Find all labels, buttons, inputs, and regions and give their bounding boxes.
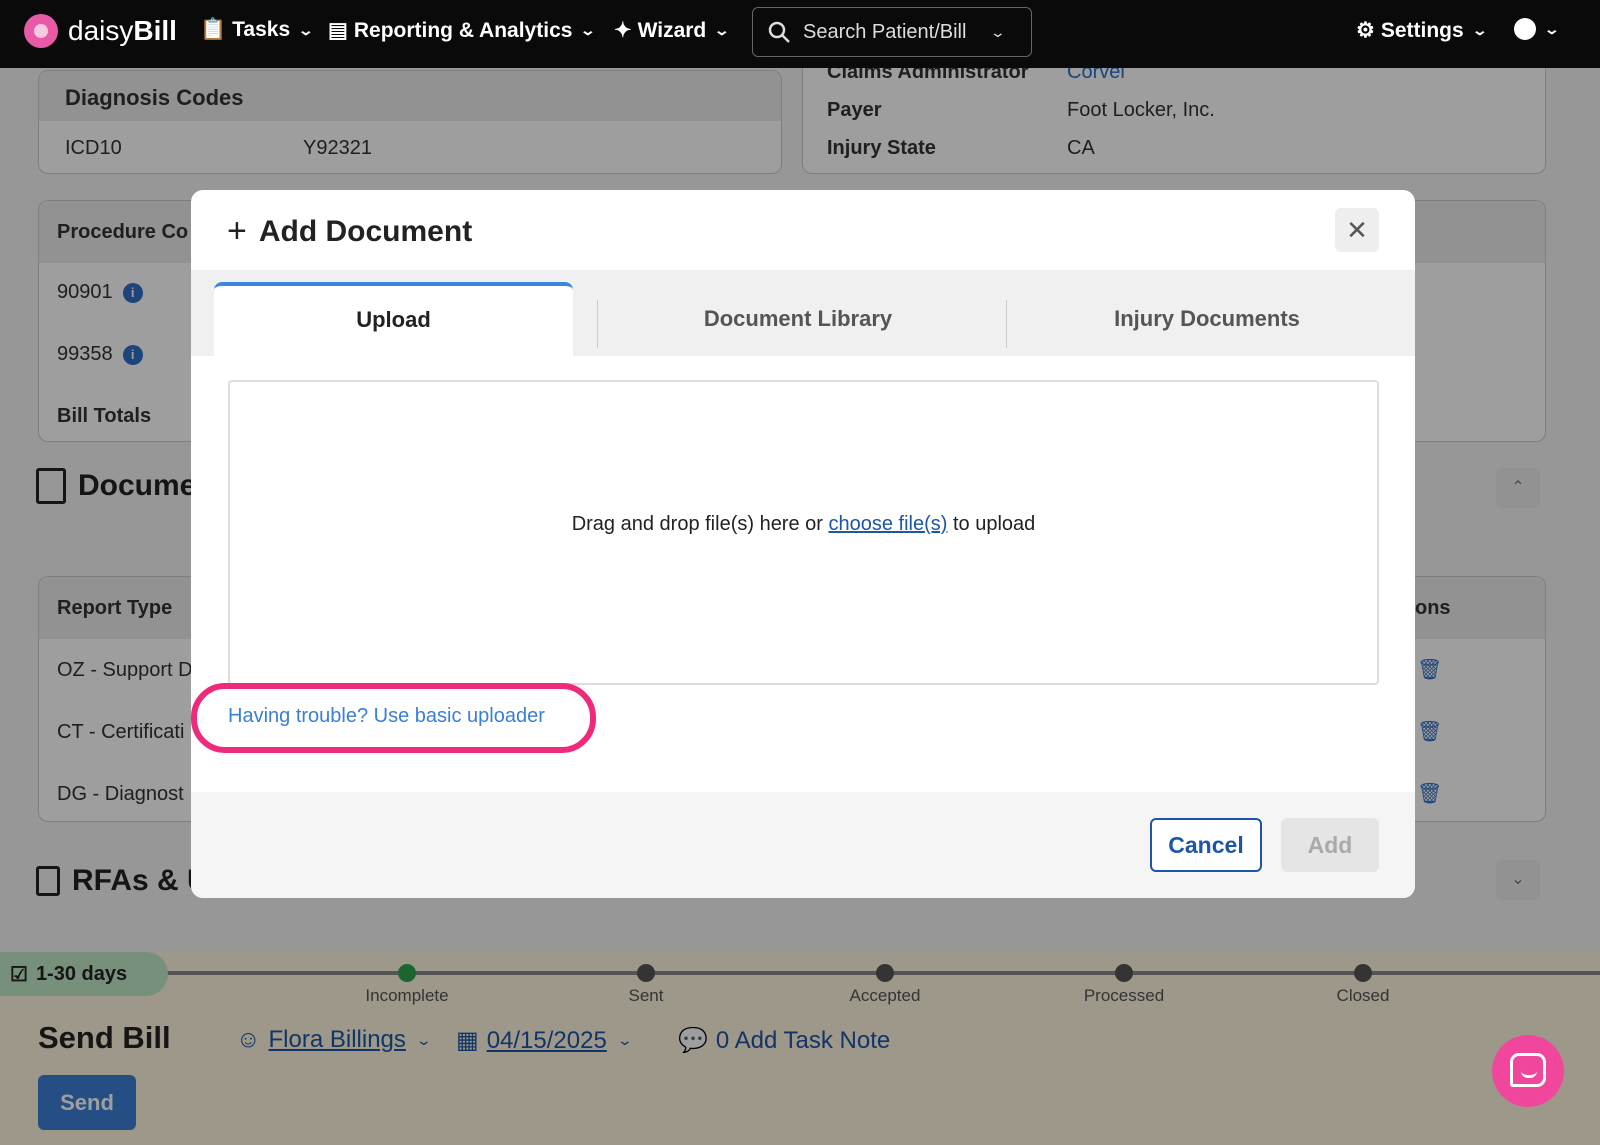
top-navigation: daisyBill 📋 Tasks ⌄ ▤ Reporting & Analyt… xyxy=(0,0,1600,68)
settings-menu[interactable]: ⚙ Settings ⌄ xyxy=(1356,18,1488,43)
document-source-tabs: Upload Document Library Injury Documents xyxy=(191,270,1415,356)
tab-injury-documents[interactable]: Injury Documents xyxy=(1007,282,1407,356)
clipboard-icon: 📋 xyxy=(200,18,227,41)
daisybill-logo[interactable]: daisyBill xyxy=(24,14,177,48)
tab-document-library[interactable]: Document Library xyxy=(598,282,998,356)
close-button[interactable]: ✕ xyxy=(1335,208,1379,252)
chat-launcher-button[interactable] xyxy=(1492,1035,1564,1107)
cancel-button[interactable]: Cancel xyxy=(1150,818,1262,872)
modal-title: + Add Document xyxy=(227,212,473,250)
chevron-down-icon: ⌄ xyxy=(713,22,731,38)
plus-icon: + xyxy=(227,212,247,250)
reporting-menu[interactable]: ▤ Reporting & Analytics ⌄ xyxy=(328,18,597,43)
chat-icon xyxy=(1510,1053,1546,1087)
add-button[interactable]: Add xyxy=(1281,818,1379,872)
choose-files-link[interactable]: choose file(s) xyxy=(829,513,948,535)
magic-wand-icon: ✦ xyxy=(614,19,632,42)
user-avatar-icon xyxy=(1514,18,1536,40)
tasks-menu[interactable]: 📋 Tasks ⌄ xyxy=(200,18,315,42)
logo-prefix: daisy xyxy=(68,15,134,46)
dropzone-instructions: Drag and drop file(s) here or choose fil… xyxy=(571,513,1036,535)
chevron-down-icon: ⌄ xyxy=(1471,22,1488,38)
chevron-down-icon: ⌄ xyxy=(1543,20,1561,37)
logo-suffix: Bill xyxy=(133,15,177,46)
daisy-flower-icon xyxy=(24,14,58,48)
chevron-down-icon: ⌄ xyxy=(297,21,315,38)
user-menu[interactable]: ⌄ xyxy=(1514,18,1561,40)
gear-icon: ⚙ xyxy=(1356,19,1375,42)
search-icon xyxy=(768,21,790,43)
reporting-label: Reporting & Analytics xyxy=(353,18,573,42)
file-dropzone[interactable]: Drag and drop file(s) here or choose fil… xyxy=(228,380,1379,685)
modal-footer: Cancel Add xyxy=(191,792,1415,898)
close-icon: ✕ xyxy=(1346,215,1368,245)
settings-label: Settings xyxy=(1380,18,1464,42)
tab-upload[interactable]: Upload xyxy=(214,282,573,356)
chevron-down-icon[interactable]: ⌄ xyxy=(990,24,1006,41)
tasks-label: Tasks xyxy=(232,18,291,41)
chart-icon: ▤ xyxy=(328,19,348,42)
search-placeholder: Search Patient/Bill xyxy=(803,20,967,43)
wizard-label: Wizard xyxy=(637,18,707,42)
search-patient-bill-input[interactable]: Search Patient/Bill ⌄ xyxy=(752,7,1032,57)
wizard-menu[interactable]: ✦ Wizard ⌄ xyxy=(614,18,731,43)
chevron-down-icon: ⌄ xyxy=(580,22,597,38)
basic-uploader-link[interactable]: Having trouble? Use basic uploader xyxy=(228,705,545,728)
add-document-modal: + Add Document ✕ Upload Document Library… xyxy=(191,190,1415,898)
